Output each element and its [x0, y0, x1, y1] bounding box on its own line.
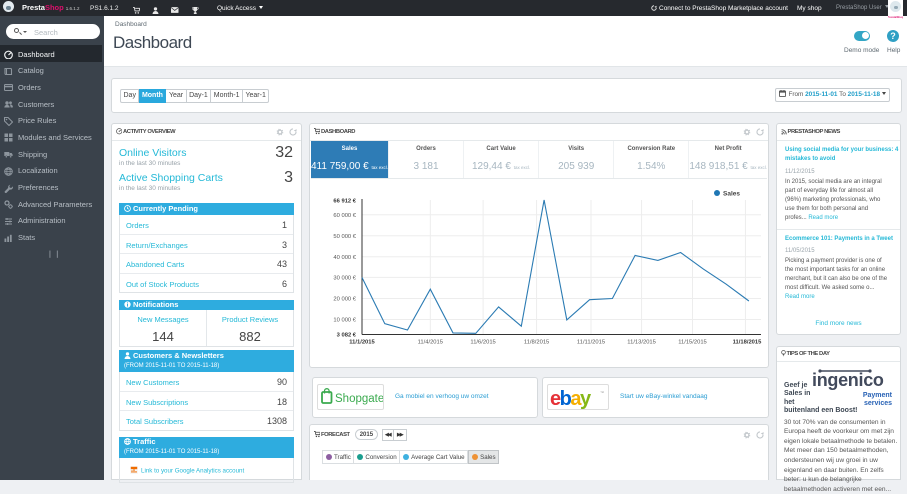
svg-text:PrestaShop: PrestaShop	[888, 15, 903, 19]
svg-text:66 912 €: 66 912 €	[333, 199, 356, 205]
svg-text:50 000 €: 50 000 €	[333, 234, 356, 240]
svg-text:11/11/2015: 11/11/2015	[577, 340, 605, 346]
svg-text:11/18/2015: 11/18/2015	[733, 340, 762, 346]
svg-text:Payment: Payment	[863, 392, 892, 399]
svg-text:30 000 €: 30 000 €	[333, 276, 356, 282]
svg-text:20 000 €: 20 000 €	[333, 297, 356, 303]
svg-text:Shopgate: Shopgate	[335, 393, 383, 405]
svg-text:3 082 €: 3 082 €	[337, 333, 357, 339]
svg-text:™: ™	[600, 390, 604, 395]
svg-text:11/6/2015: 11/6/2015	[470, 340, 495, 346]
svg-text:11/15/2015: 11/15/2015	[678, 340, 707, 346]
svg-text:ingenico: ingenico	[812, 370, 884, 390]
svg-text:11/8/2015: 11/8/2015	[524, 340, 549, 346]
svg-text:11/4/2015: 11/4/2015	[418, 340, 443, 346]
svg-text:services: services	[864, 400, 892, 407]
svg-text:ebay: ebay	[550, 388, 592, 409]
svg-text:Sales: Sales	[723, 191, 740, 198]
svg-text:11/1/2015: 11/1/2015	[349, 340, 375, 346]
svg-text:60 000 €: 60 000 €	[333, 213, 356, 219]
svg-text:40 000 €: 40 000 €	[333, 255, 356, 261]
svg-text:11/13/2015: 11/13/2015	[627, 340, 656, 346]
svg-text:10 000 €: 10 000 €	[333, 318, 356, 324]
